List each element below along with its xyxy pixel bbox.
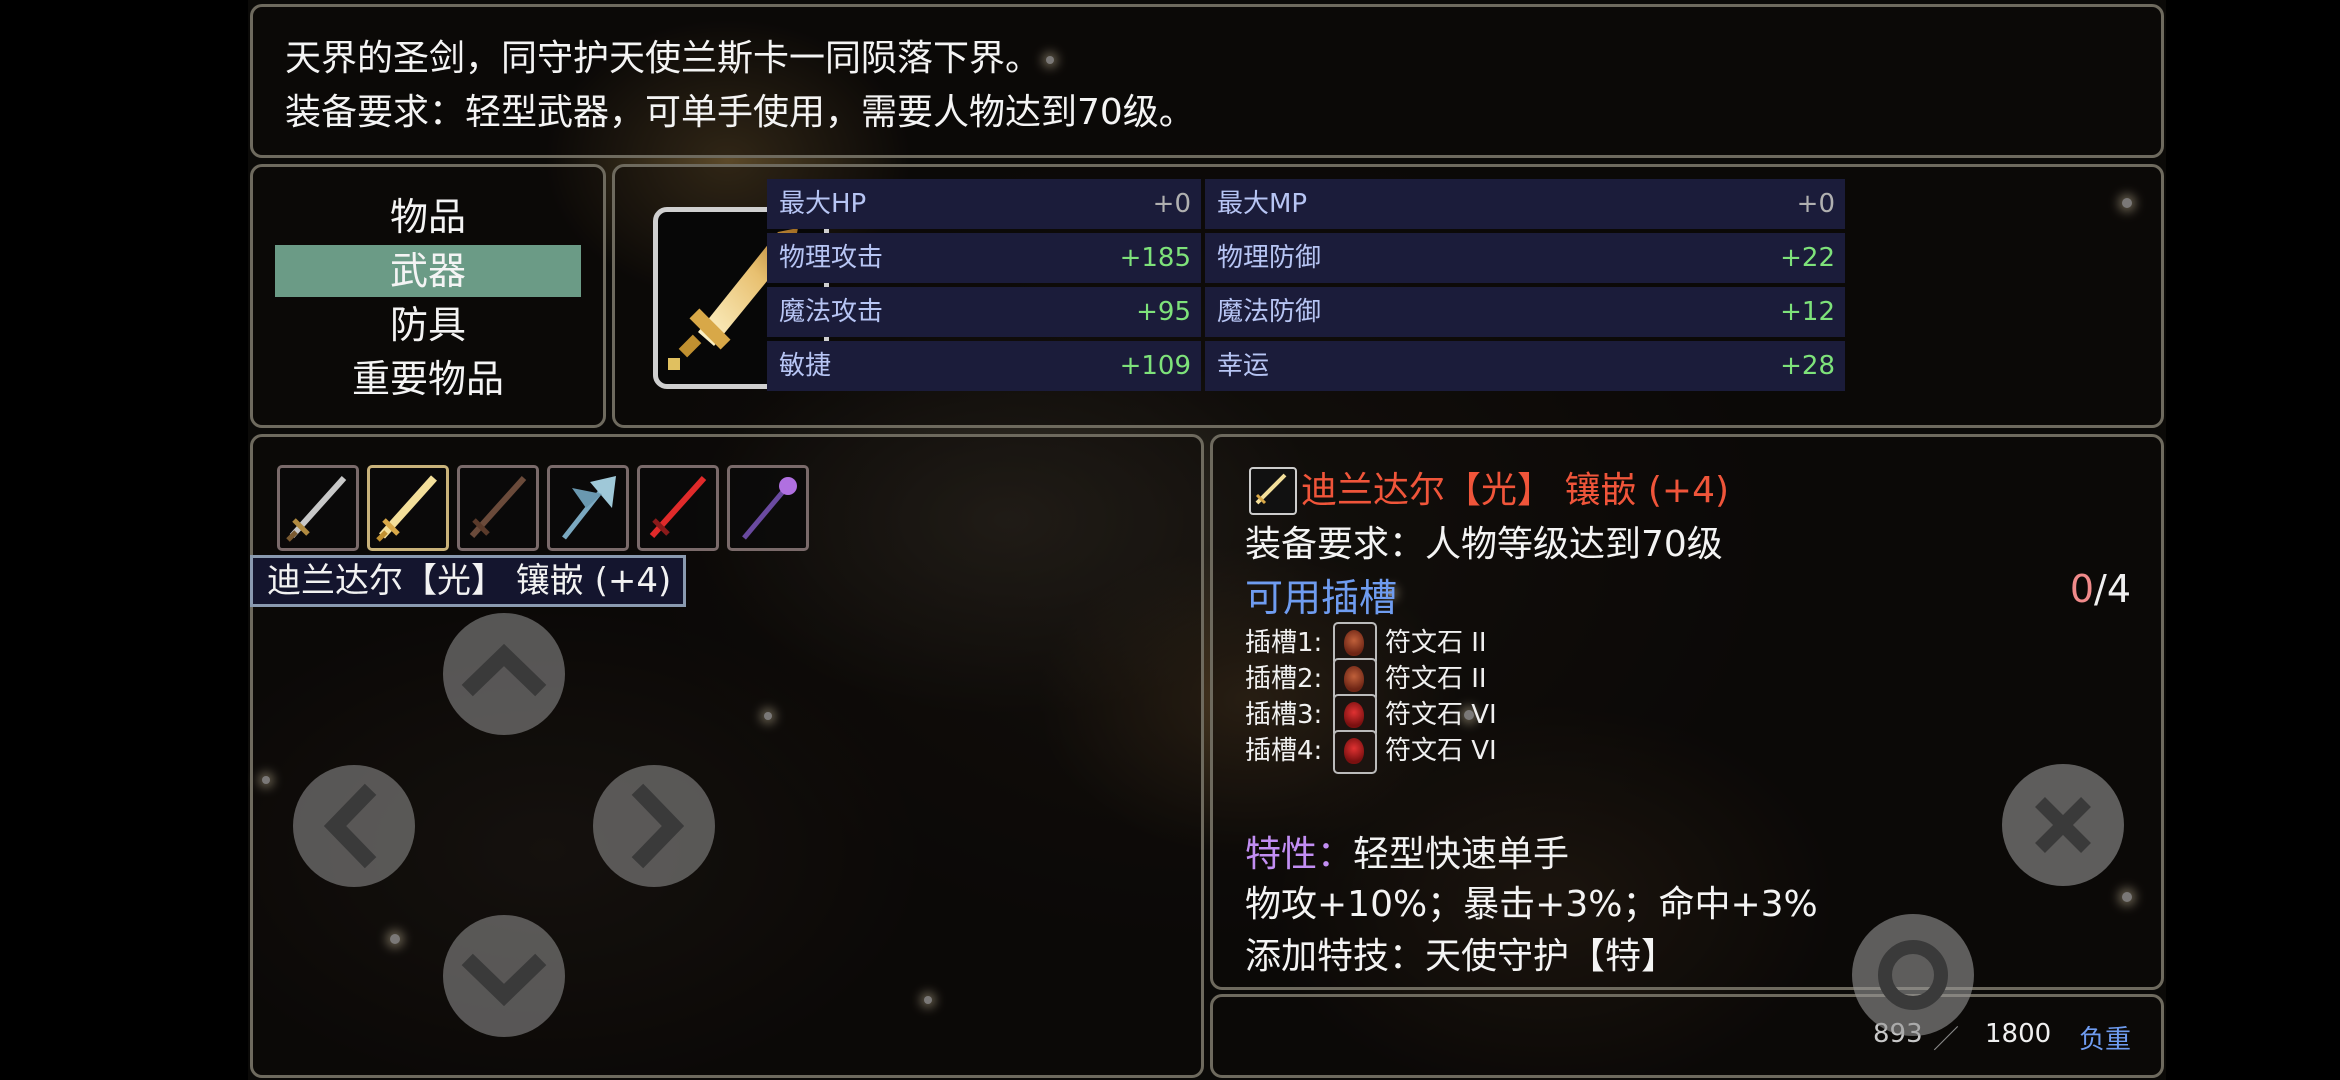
skill-line: 添加特技：天使守护【特】 xyxy=(1245,936,1678,977)
stat-value: +12 xyxy=(1780,297,1835,327)
item-name: 迪兰达尔【光】 镶嵌 (+4) xyxy=(1301,470,1730,511)
menu-item-weapons[interactable]: 武器 xyxy=(275,245,581,297)
item-description-panel: 天界的圣剑，同守护天使兰斯卡一同陨落下界。 装备要求：轻型武器，可单手使用，需要… xyxy=(250,4,2164,158)
socket-row[interactable]: 插槽4: 符文石 VI xyxy=(1245,729,1497,774)
description-line-1: 天界的圣剑，同守护天使兰斯卡一同陨落下界。 xyxy=(285,38,1042,79)
stat-value: +95 xyxy=(1136,297,1191,327)
menu-item-key-items[interactable]: 重要物品 xyxy=(275,353,581,405)
stat-value: +28 xyxy=(1780,351,1835,381)
confirm-button[interactable] xyxy=(1852,914,1974,1036)
slots-total: /4 xyxy=(2094,567,2131,611)
weapon-slot-5[interactable] xyxy=(637,465,719,551)
stat-label: 魔法攻击 xyxy=(779,297,884,327)
slots-used: 0 xyxy=(2069,567,2095,611)
available-slots-title: 可用插槽 xyxy=(1245,576,1398,620)
stat-value: +109 xyxy=(1119,351,1191,381)
stat-label: 物理攻击 xyxy=(779,243,884,273)
stat-max-mp: 最大MP +0 xyxy=(1205,179,1845,229)
item-detail-panel: 迪兰达尔【光】 镶嵌 (+4) 装备要求：人物等级达到70级 可用插槽 0/4 … xyxy=(1210,434,2164,990)
stat-magic-attack: 魔法攻击 +95 xyxy=(767,287,1201,337)
chevron-up-icon xyxy=(461,643,547,697)
trait-value: 轻型快速单手 xyxy=(1353,834,1570,875)
socket-label: 插槽4: xyxy=(1245,736,1323,766)
stat-value: +0 xyxy=(1152,189,1191,219)
staff-icon xyxy=(742,477,797,540)
rune-stone-icon xyxy=(1333,729,1377,774)
socket-gem-name: 符文石 II xyxy=(1385,628,1487,658)
stat-label: 最大MP xyxy=(1217,189,1308,219)
ring-icon xyxy=(1878,940,1948,1010)
stat-magic-defense: 魔法防御 +12 xyxy=(1205,287,1845,337)
stat-luck: 幸运 +28 xyxy=(1205,341,1845,391)
weight-max: 1800 xyxy=(1985,1019,2052,1049)
stat-physical-defense: 物理防御 +22 xyxy=(1205,233,1845,283)
item-tooltip: 迪兰达尔【光】 镶嵌 (+4) xyxy=(250,555,686,607)
stat-label: 敏捷 xyxy=(779,351,832,381)
weapon-slot-2[interactable] xyxy=(367,465,449,551)
stat-physical-attack: 物理攻击 +185 xyxy=(767,233,1201,283)
menu-item-items[interactable]: 物品 xyxy=(275,191,581,243)
stat-value: +0 xyxy=(1796,189,1835,219)
weapon-slot-6[interactable] xyxy=(727,465,809,551)
socket-gem-name: 符文石 II xyxy=(1385,664,1487,694)
stat-label: 物理防御 xyxy=(1217,243,1322,273)
trait-label: 特性： xyxy=(1245,834,1354,875)
close-button[interactable] xyxy=(2002,764,2124,886)
menu-item-armor[interactable]: 防具 xyxy=(275,299,581,351)
chevron-down-icon xyxy=(461,953,547,1007)
stat-max-hp: 最大HP +0 xyxy=(767,179,1201,229)
red-sword-icon xyxy=(649,475,707,539)
slots-count: 0/4 xyxy=(2070,567,2131,611)
chevron-left-icon xyxy=(323,783,377,869)
holy-sword-small-icon xyxy=(1249,467,1297,515)
weight-label: 负重 xyxy=(2079,1025,2132,1055)
dark-sword-icon xyxy=(469,475,527,539)
weapon-slot-4[interactable] xyxy=(547,465,629,551)
sword-icon xyxy=(286,475,347,542)
socket-gem-name: 符文石 VI xyxy=(1385,700,1497,730)
stat-agility: 敏捷 +109 xyxy=(767,341,1201,391)
weight-panel: 893 ／ 1800 负重 xyxy=(1210,994,2164,1078)
close-icon xyxy=(2035,797,2091,853)
dpad-left-button[interactable] xyxy=(293,765,415,887)
stat-label: 魔法防御 xyxy=(1217,297,1322,327)
dpad-right-button[interactable] xyxy=(593,765,715,887)
stat-value: +22 xyxy=(1780,243,1835,273)
weapon-slot-1[interactable] xyxy=(277,465,359,551)
dpad-down-button[interactable] xyxy=(443,915,565,1037)
weapon-inventory-panel: 迪兰达尔【光】 镶嵌 (+4) xyxy=(250,434,1204,1078)
weapon-slot-3[interactable] xyxy=(457,465,539,551)
stat-value: +185 xyxy=(1119,243,1191,273)
axe-icon xyxy=(562,476,616,540)
stat-label: 幸运 xyxy=(1217,351,1270,381)
game-screen: 天界的圣剑，同守护天使兰斯卡一同陨落下界。 装备要求：轻型武器，可单手使用，需要… xyxy=(0,0,2340,1080)
dpad-up-button[interactable] xyxy=(443,613,565,735)
category-menu: 物品 武器 防具 重要物品 xyxy=(250,164,606,428)
trait-line: 特性：轻型快速单手 xyxy=(1245,825,1569,877)
chevron-right-icon xyxy=(631,783,685,869)
equipment-stats-panel: 最大HP +0 物理攻击 +185 魔法攻击 +95 敏捷 +109 最大MP … xyxy=(612,164,2164,428)
socket-gem-name: 符文石 VI xyxy=(1385,736,1497,766)
level-requirement: 装备要求：人物等级达到70级 xyxy=(1245,524,1723,565)
holy-sword-icon xyxy=(376,475,437,542)
bonus-line: 物攻+10%；暴击+3%；命中+3% xyxy=(1245,884,1818,925)
description-line-2: 装备要求：轻型武器，可单手使用，需要人物达到70级。 xyxy=(285,92,1195,133)
stat-label: 最大HP xyxy=(779,189,867,219)
